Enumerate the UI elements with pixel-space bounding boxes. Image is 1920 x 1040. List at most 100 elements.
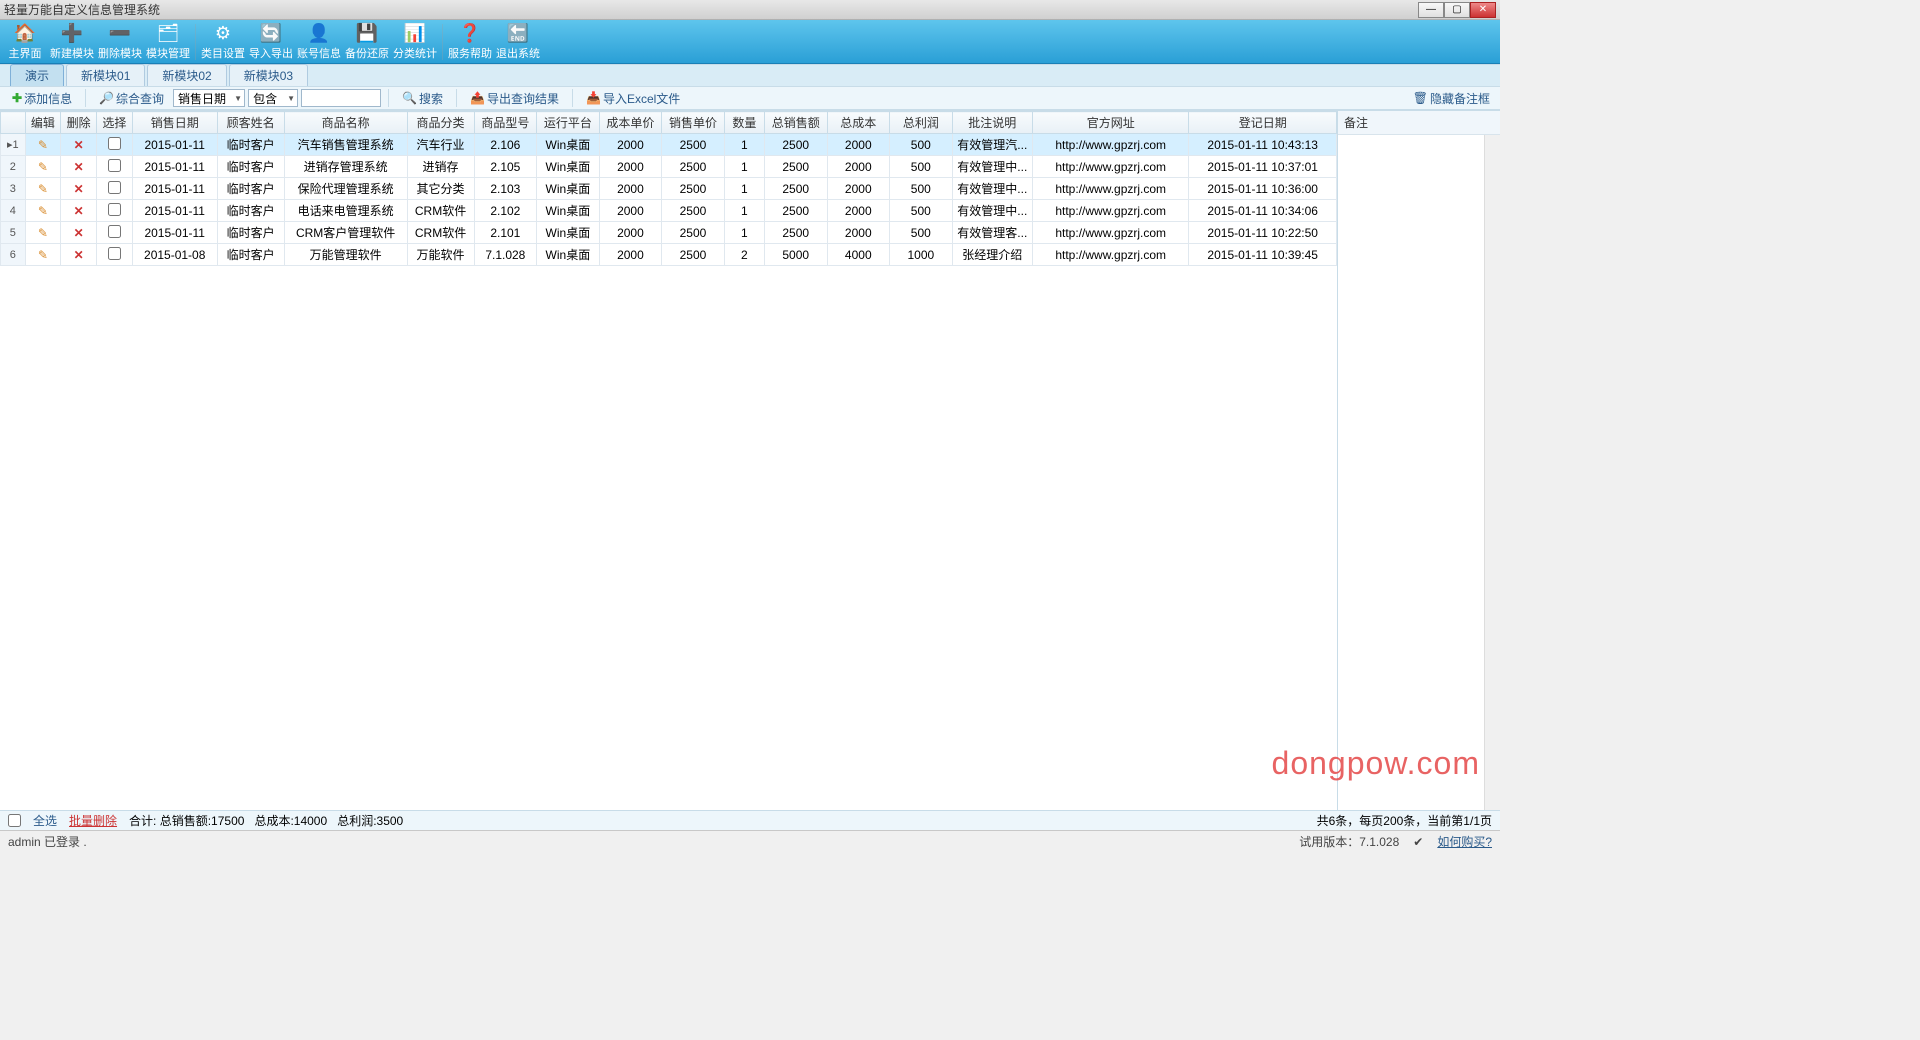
maximize-button[interactable]: ▢ xyxy=(1444,2,1470,18)
batch-delete-link[interactable]: 批量删除 xyxy=(69,812,117,829)
window-controls: — ▢ ✕ xyxy=(1418,2,1496,18)
search-button[interactable]: 🔍 搜索 xyxy=(396,88,449,109)
tool-home[interactable]: 🏠主界面 xyxy=(2,21,48,63)
col-顾客姓名[interactable]: 顾客姓名 xyxy=(217,112,284,134)
import-excel-button[interactable]: 📥 导入Excel文件 xyxy=(580,88,686,109)
edit-icon[interactable]: ✎ xyxy=(38,182,48,196)
tool-new-mod[interactable]: ➕新建模块 xyxy=(48,21,96,63)
status-bar: admin 已登录 . 试用版本：7.1.028 ✔ 如何购买? xyxy=(0,830,1500,852)
col-选择[interactable]: 选择 xyxy=(97,112,133,134)
edit-icon[interactable]: ✎ xyxy=(38,138,48,152)
col-数量[interactable]: 数量 xyxy=(724,112,764,134)
col-登记日期[interactable]: 登记日期 xyxy=(1189,112,1337,134)
notes-header: 备注 xyxy=(1338,111,1500,135)
col-删除[interactable]: 删除 xyxy=(61,112,97,134)
row-checkbox[interactable] xyxy=(108,203,121,216)
tool-mod-mgr[interactable]: 🗂模块管理 xyxy=(144,21,192,63)
field-select[interactable]: 销售日期 xyxy=(173,89,245,107)
notes-panel: 备注 xyxy=(1338,111,1500,810)
purchase-link[interactable]: 如何购买? xyxy=(1437,833,1492,850)
notes-body[interactable] xyxy=(1338,135,1500,810)
data-grid-container: 编辑删除选择销售日期顾客姓名商品名称商品分类商品型号运行平台成本单价销售单价数量… xyxy=(0,111,1338,810)
close-button[interactable]: ✕ xyxy=(1470,2,1496,18)
select-all-checkbox[interactable] xyxy=(8,814,21,827)
stats-icon: 📊 xyxy=(403,23,427,45)
minimize-button[interactable]: — xyxy=(1418,2,1444,18)
col-总成本[interactable]: 总成本 xyxy=(827,112,890,134)
main-area: 编辑删除选择销售日期顾客姓名商品名称商品分类商品型号运行平台成本单价销售单价数量… xyxy=(0,110,1500,810)
export-icon: 📤 xyxy=(470,91,485,105)
col-商品分类[interactable]: 商品分类 xyxy=(407,112,474,134)
row-checkbox[interactable] xyxy=(108,247,121,260)
col-编辑[interactable]: 编辑 xyxy=(25,112,61,134)
edit-icon[interactable]: ✎ xyxy=(38,248,48,262)
row-checkbox[interactable] xyxy=(108,181,121,194)
tab-新模块02[interactable]: 新模块02 xyxy=(147,64,226,86)
hide-notes-button[interactable]: 🗑 隐藏备注框 xyxy=(1409,90,1494,107)
add-info-button[interactable]: ✚ 添加信息 xyxy=(6,88,78,109)
main-toolbar: 🏠主界面➕新建模块➖删除模块🗂模块管理⚙类目设置🔄导入导出👤账号信息💾备份还原📊… xyxy=(0,20,1500,64)
row-checkbox[interactable] xyxy=(108,137,121,150)
col-运行平台[interactable]: 运行平台 xyxy=(537,112,600,134)
tool-del-mod[interactable]: ➖删除模块 xyxy=(96,21,144,63)
plus-icon: ✚ xyxy=(12,91,22,105)
app-title: 轻量万能自定义信息管理系统 xyxy=(4,1,1418,18)
row-checkbox[interactable] xyxy=(108,225,121,238)
home-icon: 🏠 xyxy=(13,23,37,45)
tool-acct[interactable]: 👤账号信息 xyxy=(295,21,343,63)
col-总销售额[interactable]: 总销售额 xyxy=(764,112,827,134)
exit-icon: 🔚 xyxy=(506,23,530,45)
search-input[interactable] xyxy=(301,89,381,107)
edit-icon[interactable]: ✎ xyxy=(38,226,48,240)
module-tabs: 演示新模块01新模块02新模块03 xyxy=(0,64,1500,86)
table-row[interactable]: 5✎✕2015-01-11临时客户CRM客户管理软件CRM软件2.101Win桌… xyxy=(1,222,1337,244)
edit-icon[interactable]: ✎ xyxy=(38,204,48,218)
delete-icon[interactable]: ✕ xyxy=(74,138,84,152)
tool-stats[interactable]: 📊分类统计 xyxy=(391,21,439,63)
version-label: 试用版本：7.1.028 xyxy=(1299,833,1399,850)
table-row[interactable]: ▸1✎✕2015-01-11临时客户汽车销售管理系统汽车行业2.106Win桌面… xyxy=(1,134,1337,156)
delete-icon[interactable]: ✕ xyxy=(74,160,84,174)
col-成本单价[interactable]: 成本单价 xyxy=(599,112,662,134)
help-icon: ❓ xyxy=(458,23,482,45)
col-总利润[interactable]: 总利润 xyxy=(890,112,953,134)
backup-icon: 💾 xyxy=(355,23,379,45)
tab-新模块03[interactable]: 新模块03 xyxy=(229,64,308,86)
edit-icon[interactable]: ✎ xyxy=(38,160,48,174)
title-bar: 轻量万能自定义信息管理系统 — ▢ ✕ xyxy=(0,0,1500,20)
pagination-info: 共6条，每页200条，当前第1/1页 xyxy=(1317,812,1492,829)
col-商品型号[interactable]: 商品型号 xyxy=(474,112,537,134)
query-button[interactable]: 🔎 综合查询 xyxy=(93,88,170,109)
table-row[interactable]: 3✎✕2015-01-11临时客户保险代理管理系统其它分类2.103Win桌面2… xyxy=(1,178,1337,200)
delete-icon[interactable]: ✕ xyxy=(74,182,84,196)
trash-icon: 🗑 xyxy=(1413,91,1428,105)
tool-exit[interactable]: 🔚退出系统 xyxy=(494,21,542,63)
col-商品名称[interactable]: 商品名称 xyxy=(284,112,407,134)
export-result-button[interactable]: 📤 导出查询结果 xyxy=(464,88,565,109)
acct-icon: 👤 xyxy=(307,23,331,45)
col-销售单价[interactable]: 销售单价 xyxy=(662,112,725,134)
tool-cls-set[interactable]: ⚙类目设置 xyxy=(199,21,247,63)
tab-新模块01[interactable]: 新模块01 xyxy=(66,64,145,86)
delete-icon[interactable]: ✕ xyxy=(74,226,84,240)
delete-icon[interactable]: ✕ xyxy=(74,248,84,262)
scrollbar[interactable] xyxy=(1484,135,1500,810)
tab-演示[interactable]: 演示 xyxy=(10,64,64,86)
table-row[interactable]: 2✎✕2015-01-11临时客户进销存管理系统进销存2.105Win桌面200… xyxy=(1,156,1337,178)
filter-bar: ✚ 添加信息 🔎 综合查询 销售日期 包含 🔍 搜索 📤 导出查询结果 📥 导入… xyxy=(0,86,1500,110)
tool-imp-exp[interactable]: 🔄导入导出 xyxy=(247,21,295,63)
tool-help[interactable]: ❓服务帮助 xyxy=(446,21,494,63)
table-row[interactable]: 4✎✕2015-01-11临时客户电话来电管理系统CRM软件2.102Win桌面… xyxy=(1,200,1337,222)
select-all-link[interactable]: 全选 xyxy=(33,812,57,829)
col-批注说明[interactable]: 批注说明 xyxy=(952,112,1032,134)
search-icon: 🔍 xyxy=(402,91,417,105)
excel-icon: 📥 xyxy=(586,91,601,105)
table-row[interactable]: 6✎✕2015-01-08临时客户万能管理软件万能软件7.1.028Win桌面2… xyxy=(1,244,1337,266)
delete-icon[interactable]: ✕ xyxy=(74,204,84,218)
imp-exp-icon: 🔄 xyxy=(259,23,283,45)
col-官方网址[interactable]: 官方网址 xyxy=(1033,112,1189,134)
row-checkbox[interactable] xyxy=(108,159,121,172)
tool-backup[interactable]: 💾备份还原 xyxy=(343,21,391,63)
operator-select[interactable]: 包含 xyxy=(248,89,298,107)
col-销售日期[interactable]: 销售日期 xyxy=(132,112,217,134)
